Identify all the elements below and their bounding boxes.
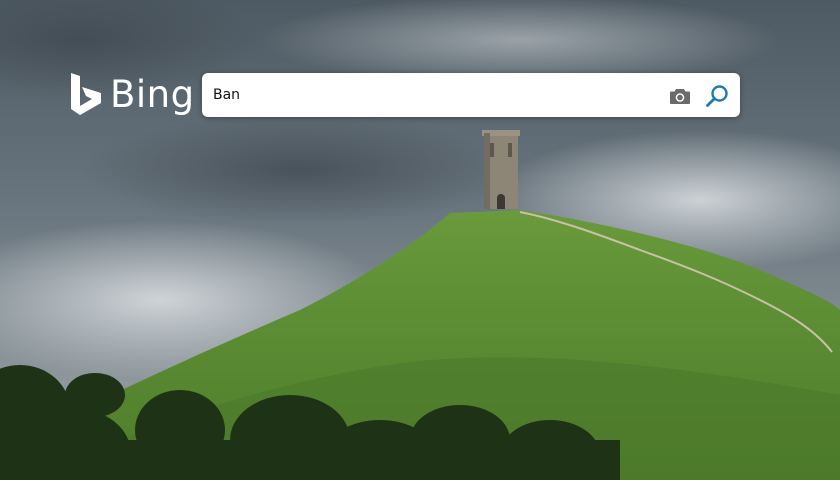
cloud: [80, 115, 520, 225]
search-input[interactable]: [213, 84, 653, 106]
bing-logo-text: Bing: [110, 72, 195, 116]
tower: [482, 130, 520, 209]
search-button[interactable]: [702, 81, 732, 111]
bing-logo[interactable]: Bing: [70, 70, 195, 118]
search-box[interactable]: [202, 73, 740, 117]
bing-b-icon: [71, 73, 101, 115]
camera-icon: [670, 89, 690, 104]
magnifier-icon: [706, 85, 728, 107]
visual-search-button[interactable]: [665, 82, 695, 110]
